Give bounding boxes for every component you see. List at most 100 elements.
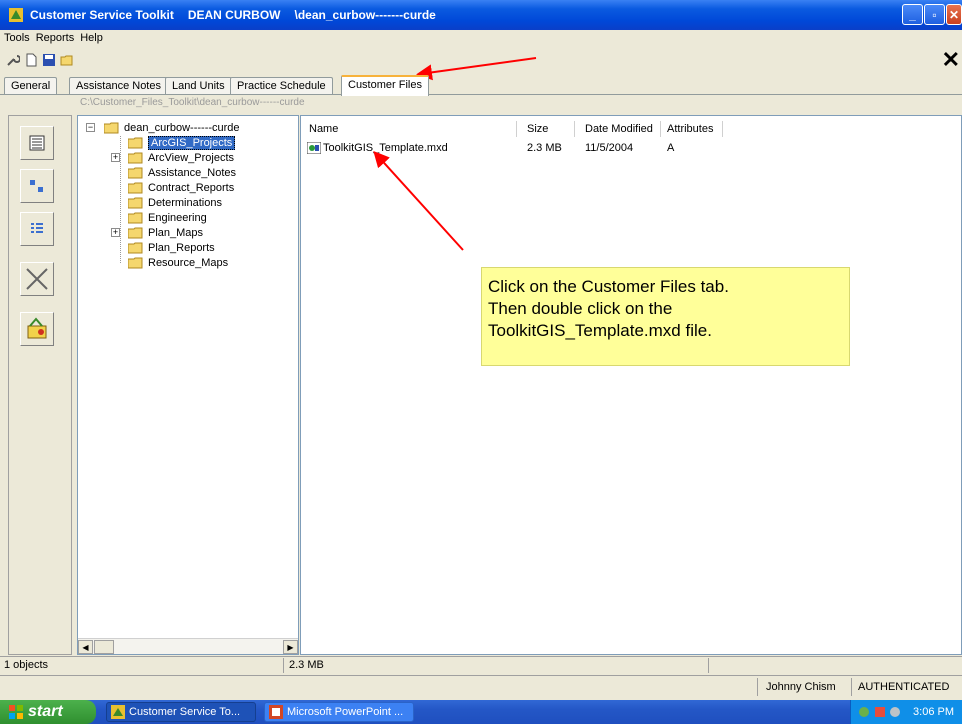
tree-item-label: Plan_Maps xyxy=(148,226,204,239)
toolkit-app-icon xyxy=(111,705,125,719)
tree-item-assistance-notes[interactable]: Assistance_Notes xyxy=(128,165,236,180)
column-header-date-modified[interactable]: Date Modified xyxy=(581,121,661,137)
tray-icons[interactable] xyxy=(857,705,907,719)
folder-icon xyxy=(128,227,143,238)
status-size: 2.3 MB xyxy=(289,659,324,671)
tree-item-resource-maps[interactable]: Resource_Maps xyxy=(128,255,228,270)
window-title-bar: Customer Service Toolkit DEAN CURBOW \de… xyxy=(0,0,962,30)
folder-icon xyxy=(128,242,143,253)
details-view-button[interactable] xyxy=(20,212,54,246)
file-size: 2.3 MB xyxy=(527,142,562,154)
file-attributes: A xyxy=(667,142,675,154)
minimize-button[interactable]: _ xyxy=(902,4,923,25)
folder-open-icon xyxy=(104,122,119,133)
close-icon[interactable]: ✕ xyxy=(942,47,960,73)
tree-item-arcgis-projects[interactable]: ArcGIS_Projects xyxy=(128,135,236,150)
status-user: Johnny Chism xyxy=(766,681,836,693)
tree-item-label: Assistance_Notes xyxy=(148,166,237,179)
path-field: C:\Customer_Files_Toolkit\dean_curbow---… xyxy=(77,97,962,112)
toolbox-icon xyxy=(27,317,47,339)
wrench-icon[interactable] xyxy=(6,53,20,67)
folder-icon xyxy=(128,212,143,223)
tree-item-arcview-projects[interactable]: ArcView_Projects xyxy=(128,150,234,165)
tree-root-label: dean_curbow------curde xyxy=(124,121,240,134)
window-title-customer: DEAN CURBOW xyxy=(187,8,281,22)
windows-flag-icon xyxy=(9,705,23,719)
taskbar: start Customer Service To... Microsoft P… xyxy=(0,700,962,724)
folder-icon xyxy=(128,137,143,148)
tree-collapse-toggle[interactable]: − xyxy=(86,123,95,132)
tab-general[interactable]: General xyxy=(4,77,58,95)
folder-icon xyxy=(128,167,143,178)
folder-tree: − dean_curbow------curde ArcGIS_Projects… xyxy=(77,115,299,655)
save-disk-icon[interactable] xyxy=(42,53,56,67)
taskbar-item-toolkit[interactable]: Customer Service To... xyxy=(106,702,256,722)
file-name: ToolkitGIS_Template.mxd xyxy=(323,142,448,154)
menu-tools[interactable]: Tools xyxy=(4,32,30,44)
maximize-button[interactable]: ▫ xyxy=(924,4,945,25)
status-bar: 1 objects 2.3 MB xyxy=(0,656,962,673)
callout-line-2: Then double click on the xyxy=(488,299,673,318)
status-authenticated: AUTHENTICATED xyxy=(858,681,950,693)
taskbar-item-powerpoint[interactable]: Microsoft PowerPoint ... xyxy=(264,702,414,722)
folder-icon xyxy=(128,182,143,193)
window-close-button[interactable]: ✕ xyxy=(946,4,962,25)
tab-land-units[interactable]: Land Units xyxy=(165,77,232,95)
delete-x-icon xyxy=(26,268,48,290)
new-document-icon[interactable] xyxy=(24,53,38,67)
toolkit-app-icon xyxy=(9,8,23,22)
file-row[interactable]: ToolkitGIS_Template.mxd xyxy=(307,142,448,154)
callout-line-3: ToolkitGIS_Template.mxd file. xyxy=(488,321,712,340)
callout-line-1: Click on the Customer Files tab. xyxy=(488,277,729,296)
grid-list-icon xyxy=(29,135,45,151)
folder-icon xyxy=(128,152,143,163)
menu-bar: Tools Reports Help xyxy=(0,30,962,46)
tree-item-label: Determinations xyxy=(148,196,222,209)
tab-assistance-notes[interactable]: Assistance Notes xyxy=(69,77,168,95)
column-header-attributes[interactable]: Attributes xyxy=(663,121,723,137)
tree-item-label: Plan_Reports xyxy=(148,241,215,254)
left-button-column xyxy=(8,115,72,655)
toolbar: ✕ xyxy=(0,47,962,72)
tab-strip: General Assistance Notes Land Units Prac… xyxy=(0,75,962,96)
tree-item-plan-reports[interactable]: Plan_Reports xyxy=(128,240,215,255)
delete-button[interactable] xyxy=(20,262,54,296)
powerpoint-icon xyxy=(269,705,283,719)
menu-reports[interactable]: Reports xyxy=(36,32,75,44)
column-header-name[interactable]: Name xyxy=(305,121,517,137)
tree-item-label: Engineering xyxy=(148,211,207,224)
status-object-count: 1 objects xyxy=(4,659,49,671)
list-view-button[interactable] xyxy=(20,126,54,160)
tab-divider xyxy=(0,94,962,95)
taskbar-item-label: Microsoft PowerPoint ... xyxy=(287,706,404,718)
clock: 3:06 PM xyxy=(913,706,954,718)
open-folder-icon[interactable] xyxy=(60,53,74,67)
scroll-right-arrow[interactable]: ▶ xyxy=(283,640,298,654)
small-icons-button[interactable] xyxy=(20,169,54,203)
system-tray: 3:06 PM xyxy=(850,700,962,724)
scroll-left-arrow[interactable]: ◀ xyxy=(78,640,93,654)
menu-help[interactable]: Help xyxy=(80,32,103,44)
start-button[interactable]: start xyxy=(0,700,96,724)
tree-item-engineering[interactable]: Engineering xyxy=(128,210,207,225)
taskbar-item-label: Customer Service To... xyxy=(129,706,241,718)
horizontal-scrollbar[interactable]: ◀ ▶ xyxy=(78,638,298,654)
tree-root[interactable]: dean_curbow------curde xyxy=(104,120,240,135)
scroll-thumb[interactable] xyxy=(94,640,114,654)
user-status-bar: Johnny Chism AUTHENTICATED xyxy=(0,675,962,697)
tree-expand-toggle[interactable]: + xyxy=(111,153,120,162)
tree-item-contract-reports[interactable]: Contract_Reports xyxy=(128,180,234,195)
tree-item-determinations[interactable]: Determinations xyxy=(128,195,222,210)
tree-item-label: ArcView_Projects xyxy=(148,151,234,164)
window-title-path: \dean_curbow-------curde xyxy=(294,8,436,22)
tree-item-label: Resource_Maps xyxy=(148,256,229,269)
tab-practice-schedule[interactable]: Practice Schedule xyxy=(230,77,333,95)
instruction-callout: Click on the Customer Files tab. Then do… xyxy=(481,267,850,366)
tools-button[interactable] xyxy=(20,312,54,346)
file-date-modified: 11/5/2004 xyxy=(585,142,634,154)
tree-item-plan-maps[interactable]: Plan_Maps xyxy=(128,225,203,240)
tree-expand-toggle[interactable]: + xyxy=(111,228,120,237)
details-icon xyxy=(31,223,43,233)
column-header-size[interactable]: Size xyxy=(523,121,575,137)
tab-customer-files[interactable]: Customer Files xyxy=(341,75,429,96)
